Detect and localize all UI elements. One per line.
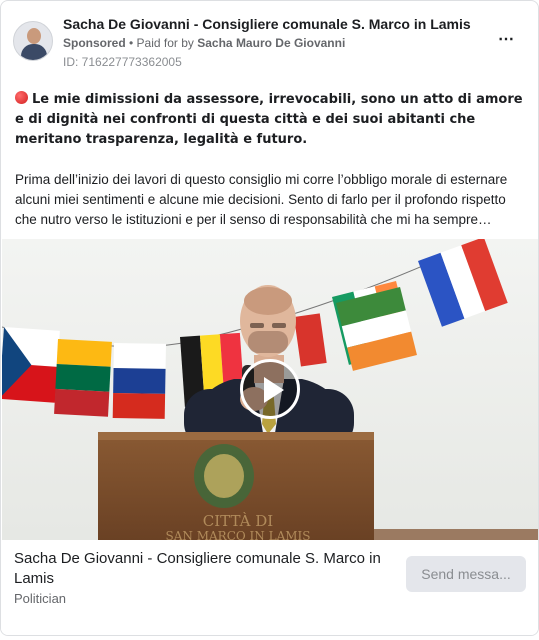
send-message-button[interactable]: Send messa... [406,556,526,592]
sponsored-line: Sponsored • Paid for by Sacha Mauro De G… [63,36,345,50]
more-options-icon[interactable]: ⋯ [494,32,518,53]
paid-for-prefix: Paid for by [136,36,198,50]
ad-footer: Sacha De Giovanni - Consigliere comunale… [1,540,538,635]
post-headline: Le mie dimissioni da assessore, irrevoca… [15,91,523,147]
footer-page-name[interactable]: Sacha De Giovanni - Consigliere comunale… [14,549,394,589]
flag-czech [2,327,60,403]
podium: CITTÀ DI SAN MARCO IN LAMIS [98,432,374,540]
separator: • [125,36,137,50]
play-icon[interactable] [240,359,300,419]
post-paragraph: Prima dell’inizio dei lavori di questo c… [15,172,508,227]
video-player[interactable]: CITTÀ DI SAN MARCO IN LAMIS [2,239,538,540]
avatar[interactable] [13,21,53,61]
red-circle-icon [15,91,28,104]
ad-card: Sacha De Giovanni - Consigliere comunale… [0,0,539,636]
sponsored-label: Sponsored [63,36,126,50]
footer-category: Politician [14,591,67,606]
post-body: Le mie dimissioni da assessore, irrevoca… [15,90,527,230]
podium-text-1: CITTÀ DI [203,512,273,530]
podium-text-2: SAN MARCO IN LAMIS [166,529,311,540]
page-name-link[interactable]: Sacha De Giovanni - Consigliere comunale… [63,16,471,32]
payer-name: Sacha Mauro De Giovanni [197,36,346,50]
post-header: Sacha De Giovanni - Consigliere comunale… [13,13,526,73]
ad-id: ID: 716227773362005 [63,55,182,69]
